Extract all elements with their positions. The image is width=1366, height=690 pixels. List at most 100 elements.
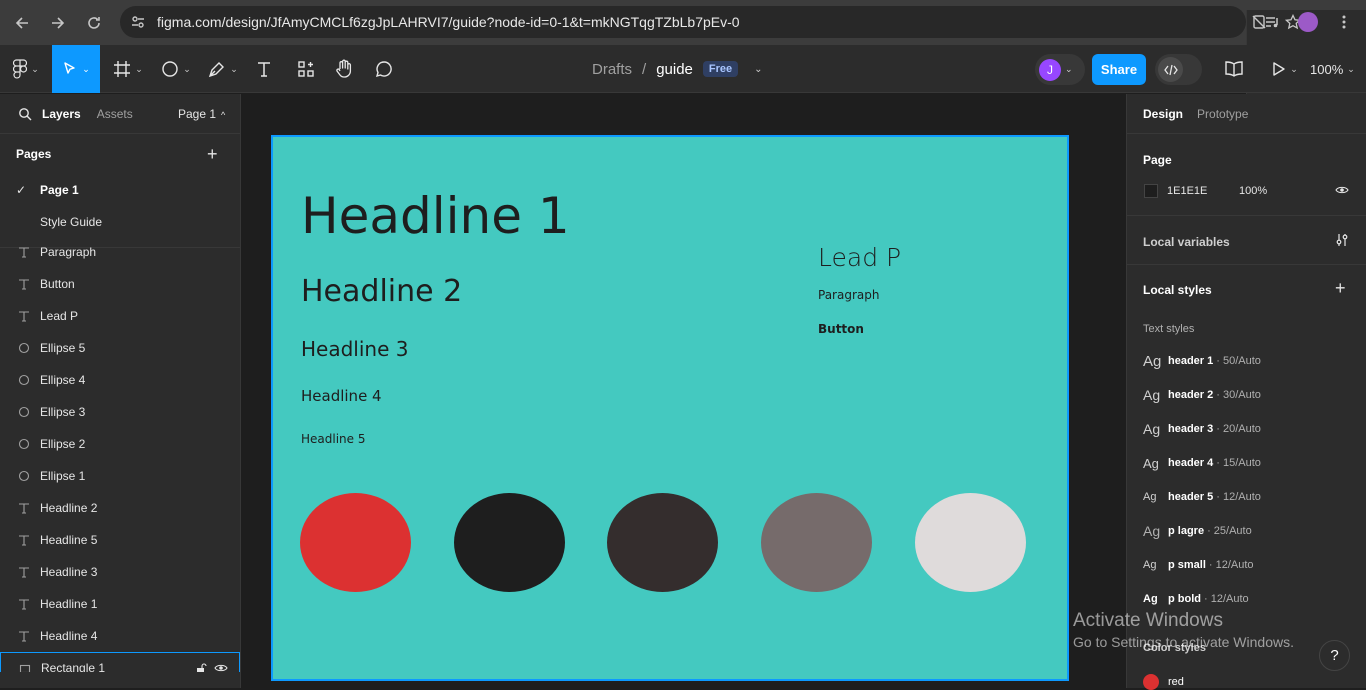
multiplayer-avatar-button[interactable]: J ⌄ xyxy=(1035,54,1085,85)
text-icon xyxy=(17,533,31,547)
share-button[interactable]: Share xyxy=(1092,54,1146,85)
text-tool-button[interactable] xyxy=(250,45,278,93)
page-section: Page 1E1E1E 100% xyxy=(1127,134,1366,216)
media-control-icon[interactable] xyxy=(1258,8,1286,36)
text-style-item[interactable]: Ag p small · 12/Auto xyxy=(1143,555,1254,575)
headline-4[interactable]: Headline 4 xyxy=(301,387,382,405)
rectangle-1-frame[interactable]: Headline 1 Headline 2 Headline 3 Headlin… xyxy=(271,135,1069,681)
paragraph-text[interactable]: Paragraph xyxy=(818,288,879,302)
ag-preview: Ag xyxy=(1143,387,1161,403)
breadcrumb-drafts[interactable]: Drafts xyxy=(592,61,632,78)
present-button[interactable]: ⌄ xyxy=(1264,45,1304,93)
ellipse-3[interactable] xyxy=(607,493,718,592)
text-style-item[interactable]: Ag header 3 · 20/Auto xyxy=(1143,419,1261,439)
ag-preview: Ag xyxy=(1143,559,1157,571)
file-menu-chevron-icon[interactable]: ⌄ xyxy=(754,64,762,75)
browser-menu-icon[interactable] xyxy=(1330,8,1358,36)
profile-avatar[interactable] xyxy=(1294,8,1322,36)
text-icon xyxy=(17,309,31,323)
layer-item[interactable]: Headline 2 xyxy=(0,492,240,524)
activate-title: Activate Windows xyxy=(1073,610,1223,631)
layer-item[interactable]: Ellipse 2 xyxy=(0,428,240,460)
eye-icon[interactable] xyxy=(1335,184,1349,196)
layer-item-selected[interactable]: Rectangle 1 xyxy=(0,652,240,672)
style-size: · 50/Auto xyxy=(1216,355,1261,367)
unlock-icon[interactable] xyxy=(195,662,207,672)
move-tool-button[interactable]: ⌄ xyxy=(52,45,100,93)
layer-item[interactable]: Headline 5 xyxy=(0,524,240,556)
ellipse-5[interactable] xyxy=(915,493,1026,592)
text-style-item[interactable]: Ag header 4 · 15/Auto xyxy=(1143,453,1261,473)
page-color-hex[interactable]: 1E1E1E xyxy=(1167,185,1207,197)
dev-mode-toggle[interactable] xyxy=(1155,54,1202,85)
page-opacity[interactable]: 100% xyxy=(1239,185,1267,197)
layer-item[interactable]: Headline 3 xyxy=(0,556,240,588)
layer-item[interactable]: Button xyxy=(0,268,240,300)
zoom-menu[interactable]: 100% ⌄ xyxy=(1310,45,1355,93)
eye-icon[interactable] xyxy=(214,662,228,672)
shape-tool-button[interactable]: ⌄ xyxy=(156,45,196,93)
site-settings-icon[interactable] xyxy=(123,10,153,34)
url-text[interactable]: figma.com/design/JfAmyCMCLf6zgJpLAHRVI7/… xyxy=(157,14,740,30)
style-size: · 30/Auto xyxy=(1216,389,1261,401)
local-variables-section[interactable]: Local variables xyxy=(1127,216,1366,265)
layer-item[interactable]: Lead P xyxy=(0,300,240,332)
library-button[interactable] xyxy=(1220,45,1248,93)
resources-button[interactable] xyxy=(292,45,320,93)
local-styles-title: Local styles xyxy=(1143,283,1212,297)
hand-tool-button[interactable] xyxy=(330,45,358,93)
reload-icon[interactable] xyxy=(76,5,112,41)
page-item-style-guide[interactable]: Style Guide xyxy=(0,206,240,238)
headline-3[interactable]: Headline 3 xyxy=(301,337,408,361)
help-button[interactable]: ? xyxy=(1319,640,1350,671)
layer-label: Ellipse 4 xyxy=(40,373,86,387)
address-bar[interactable]: figma.com/design/JfAmyCMCLf6zgJpLAHRVI7/… xyxy=(120,6,1366,604)
chevron-down-icon: ⌄ xyxy=(1290,63,1298,74)
add-page-icon[interactable]: + xyxy=(207,144,218,165)
main-menu-button[interactable]: ⌄ xyxy=(6,45,46,93)
ellipse-2[interactable] xyxy=(454,493,565,592)
style-name: header 4 xyxy=(1168,457,1214,469)
text-style-item[interactable]: Ag p bold · 12/Auto xyxy=(1143,589,1249,609)
text-style-item[interactable]: Ag header 1 · 50/Auto xyxy=(1143,351,1261,371)
forward-icon[interactable] xyxy=(40,5,76,41)
button-text[interactable]: Button xyxy=(818,322,864,336)
chevron-down-icon: ⌄ xyxy=(1065,64,1073,74)
tab-design[interactable]: Design xyxy=(1143,107,1183,121)
text-style-item[interactable]: Ag header 5 · 12/Auto xyxy=(1143,487,1261,507)
layer-label: Headline 4 xyxy=(40,629,98,643)
layer-item[interactable]: Headline 1 xyxy=(0,588,240,620)
layer-item[interactable]: Headline 4 xyxy=(0,620,240,652)
layer-item[interactable]: Ellipse 1 xyxy=(0,460,240,492)
layer-item[interactable]: Paragraph xyxy=(0,236,240,268)
tab-prototype[interactable]: Prototype xyxy=(1197,107,1248,121)
page-item-page-1[interactable]: ✓ Page 1 xyxy=(0,174,240,206)
text-style-item[interactable]: Ag p lagre · 25/Auto xyxy=(1143,521,1252,541)
back-icon[interactable] xyxy=(4,5,40,41)
layer-item[interactable]: Ellipse 4 xyxy=(0,364,240,396)
style-size: · 15/Auto xyxy=(1216,457,1261,469)
canvas[interactable]: Headline 1 Headline 2 Headline 3 Headlin… xyxy=(241,94,1125,688)
layer-item[interactable]: Ellipse 3 xyxy=(0,396,240,428)
variables-settings-icon[interactable] xyxy=(1335,233,1349,247)
text-style-item[interactable]: Ag header 2 · 30/Auto xyxy=(1143,385,1261,405)
frame-tool-button[interactable]: ⌄ xyxy=(108,45,148,93)
left-tabs: Layers Assets Page 1 ^ xyxy=(0,94,240,134)
page-selector[interactable]: Page 1 ^ xyxy=(178,107,225,121)
tab-assets[interactable]: Assets xyxy=(97,107,133,121)
layer-item[interactable]: Ellipse 5 xyxy=(0,332,240,364)
file-name[interactable]: guide xyxy=(656,61,693,78)
ellipse-1[interactable] xyxy=(300,493,411,592)
headline-2[interactable]: Headline 2 xyxy=(301,274,462,309)
lead-p-text[interactable]: Lead P xyxy=(818,243,901,272)
headline-5[interactable]: Headline 5 xyxy=(301,432,365,446)
search-icon[interactable] xyxy=(18,107,32,121)
headline-1[interactable]: Headline 1 xyxy=(301,187,570,245)
layer-label: Paragraph xyxy=(40,245,97,259)
comment-tool-button[interactable] xyxy=(370,45,398,93)
pen-tool-button[interactable]: ⌄ xyxy=(203,45,243,93)
page-color-swatch[interactable] xyxy=(1144,184,1158,198)
add-style-icon[interactable]: + xyxy=(1335,278,1346,299)
tab-layers[interactable]: Layers xyxy=(42,107,81,121)
ellipse-4[interactable] xyxy=(761,493,872,592)
